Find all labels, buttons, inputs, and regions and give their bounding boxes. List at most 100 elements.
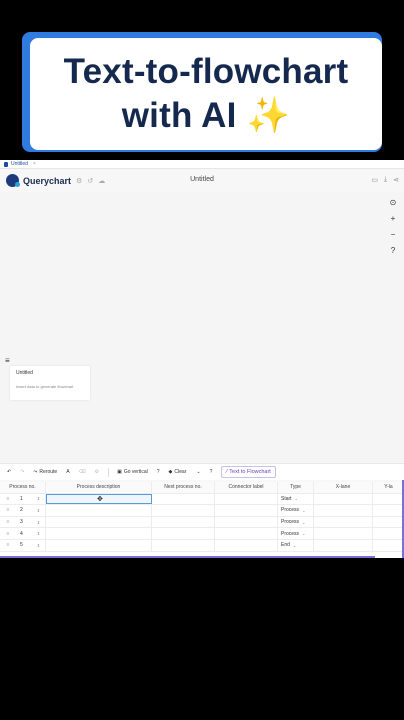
settings-icon[interactable]: ⚙ [95,469,99,475]
reroute-button[interactable]: ⤳ Reroute [33,469,57,475]
banner-line-2-text: with AI [121,96,237,135]
column-header[interactable]: Next process no. [152,482,215,493]
y-lane-cell[interactable] [373,494,404,505]
clear-button[interactable]: ◆ Clear ⌄ [169,469,201,475]
cloud-icon[interactable]: ☁ [98,177,105,185]
type-select[interactable]: End ⌄ [278,540,314,551]
column-header[interactable]: Y-la [373,482,404,493]
next-process-cell[interactable] [152,528,215,539]
paint-icon[interactable]: ? [157,469,160,475]
share-icon[interactable]: ⋖ [393,176,399,184]
next-process-cell[interactable] [152,505,215,516]
process-no-value: 1 [20,495,23,502]
stepper-icon[interactable]: ⇕ [37,520,40,525]
process-description-cell[interactable] [46,528,152,539]
column-header[interactable]: Process description [46,482,152,493]
type-select[interactable]: Start ⌄ [278,493,314,505]
flowchart-canvas[interactable] [0,192,404,462]
undo-icon[interactable]: ↶ [7,469,11,475]
panel-hint: Insert data to generate flowchart [16,384,74,389]
next-process-cell[interactable] [152,516,215,528]
x-lane-cell[interactable] [314,540,373,551]
next-process-cell[interactable] [152,493,215,505]
querychart-logo-icon [6,174,20,187]
redo-icon[interactable]: ↷ [20,469,24,475]
help-icon[interactable]: ? [388,246,398,256]
video-progress-bar [0,556,375,558]
process-description-cell[interactable] [46,505,152,516]
download-icon[interactable]: ⤓ [384,176,387,184]
menu-icon[interactable]: ≡ [5,356,10,365]
process-description-cell[interactable] [46,540,152,551]
type-value: End [281,542,290,549]
text-to-flowchart-button[interactable]: ⁄ Text to Flowchart [221,466,276,478]
process-no-cell[interactable]: 2 ⇕ [12,505,46,516]
connector-label-cell[interactable] [215,516,278,528]
connector-label-cell[interactable] [215,493,278,505]
document-icon [4,161,8,167]
help-icon[interactable]: ? [210,469,213,475]
column-header[interactable]: Type [278,482,314,493]
connector-label-cell[interactable] [215,540,278,551]
stepper-icon[interactable]: ⇕ [37,496,40,501]
x-lane-cell[interactable] [314,516,373,528]
drag-handle-icon[interactable]: ≡ [4,517,12,528]
process-no-cell[interactable]: 3 ⇕ [12,516,46,528]
table-row: ≡ 2 ⇕ Process ⌄ [0,505,404,517]
drag-handle-icon[interactable]: ≡ [4,494,12,505]
connector-label-cell[interactable] [215,528,278,539]
zoom-out-icon[interactable]: − [388,230,398,240]
column-header[interactable]: Connector label [215,482,278,493]
column-header[interactable]: X-lane [314,482,373,493]
y-lane-cell[interactable] [373,517,404,528]
fit-view-icon[interactable]: ⊙ [388,198,398,208]
column-header[interactable]: Process no. [0,482,46,493]
table-row: ≡ 3 ⇕ Process ⌄ [0,516,404,529]
magic-wand-icon: ⁄ [226,469,228,475]
stepper-icon[interactable]: ⇕ [37,508,40,513]
layout-icon: ▣ [117,469,122,475]
process-no-cell[interactable]: 1 ⇕ [12,493,46,505]
sparkles-icon: ✨ [246,96,291,135]
process-no-cell[interactable]: 4 ⇕ [12,528,46,539]
y-lane-cell[interactable] [373,505,404,516]
type-select[interactable]: Process ⌄ [278,516,314,528]
monitor-icon[interactable]: ▭ [371,176,378,184]
process-table: Process no. Process description Next pro… [0,482,404,558]
x-lane-cell[interactable] [314,505,373,516]
browser-tab[interactable]: Untitled [11,161,28,167]
table-row: ≡ 4 ⇕ Process ⌄ [0,528,404,540]
y-lane-cell[interactable] [373,540,404,551]
move-cursor-icon: ✥ [97,495,103,503]
process-no-cell[interactable]: 5 ⇕ [12,540,46,551]
stepper-icon[interactable]: ⇕ [37,543,40,548]
connector-label-cell[interactable] [215,505,278,516]
title-banner: Text-to-flowchart with AI ✨ [30,38,382,150]
panel-title[interactable]: Untitled [16,370,84,376]
go-vertical-button[interactable]: ▣ Go vertical [117,469,148,475]
history-icon[interactable]: ↺ [87,177,93,185]
text-style-icon[interactable]: A [66,469,69,475]
banner-line-1: Text-to-flowchart [63,52,349,91]
chevron-down-icon: ⌄ [292,542,297,548]
y-lane-cell[interactable] [373,528,404,539]
process-description-cell[interactable] [46,516,152,528]
type-select[interactable]: Process ⌄ [278,528,314,539]
drag-handle-icon[interactable]: ≡ [4,528,12,539]
gear-icon[interactable]: ⚙ [76,177,82,185]
eraser-icon[interactable]: ⌫ [79,469,86,475]
next-process-cell[interactable] [152,540,215,551]
type-select[interactable]: Process ⌄ [278,505,314,516]
x-lane-cell[interactable] [314,493,373,505]
zoom-in-icon[interactable]: + [388,214,398,224]
close-tab-icon[interactable]: × [33,161,36,167]
banner-line-2: with AI ✨ [122,94,291,138]
stepper-icon[interactable]: ⇕ [37,531,40,536]
video-frame: Text-to-flowchart with AI ✨ Untitled × Q… [0,0,404,720]
table-header-row: Process no. Process description Next pro… [0,482,404,494]
process-no-value: 3 [20,519,23,526]
drag-handle-icon[interactable]: ≡ [4,505,12,516]
toolbar-divider [108,467,110,477]
x-lane-cell[interactable] [314,528,373,539]
drag-handle-icon[interactable]: ≡ [4,540,12,551]
